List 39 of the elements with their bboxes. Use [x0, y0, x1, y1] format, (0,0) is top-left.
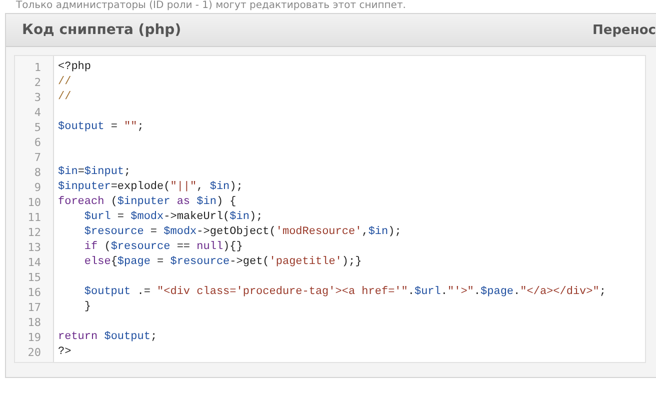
code-line: }	[83, 300, 92, 315]
code-line: ?>	[58, 345, 72, 360]
header-label: Перенос	[592, 22, 656, 38]
code-line: //	[58, 75, 72, 90]
code-line: $in=$input;	[58, 165, 131, 180]
line-number: 8	[33, 165, 42, 180]
line-number: 5	[33, 120, 42, 135]
line-number: 6	[33, 135, 42, 150]
code-line: $output .= "<div class='procedure-tag'><a href='".$url."'>".$page."</a></div>";	[83, 285, 606, 300]
line-number: 14	[26, 255, 42, 270]
line-number: 2	[33, 75, 42, 90]
code-line: foreach ($inputer as $in) {	[58, 195, 236, 210]
code-line: $inputer=explode("||", $in);	[58, 180, 243, 195]
line-number: 10	[26, 195, 42, 210]
line-number: 16	[26, 285, 42, 300]
line-number: 20	[26, 345, 42, 360]
code-line: <?php	[58, 60, 92, 75]
line-number: 9	[33, 180, 42, 195]
code-line: $output = "";	[58, 120, 144, 135]
line-number: 3	[33, 90, 42, 105]
line-number: 11	[26, 210, 42, 225]
code-line: else{$page = $resource->get('pagetitle');}	[83, 255, 362, 270]
line-number: 18	[26, 315, 42, 330]
line-number: 7	[33, 150, 42, 165]
code-line: return $output;	[58, 330, 158, 345]
line-number: 4	[33, 105, 42, 120]
code-line: $resource = $modx->getObject('modResource',$in);	[83, 225, 402, 240]
code-line: //	[58, 90, 72, 105]
notice-text: Только администраторы (ID роли - 1) могут редактировать этот сниппет.	[15, 0, 407, 12]
line-number: 19	[26, 330, 42, 345]
code-line: $url = $modx->makeUrl($in);	[83, 210, 263, 225]
panel-title: Код сниппета (php)	[22, 22, 182, 38]
code-line: if ($resource == null){}	[83, 240, 243, 255]
line-number: 1	[33, 60, 42, 75]
code-editor[interactable]	[14, 55, 646, 363]
line-number: 13	[26, 240, 42, 255]
line-number: 12	[26, 225, 42, 240]
line-number: 15	[26, 270, 42, 285]
line-number: 17	[26, 300, 42, 315]
